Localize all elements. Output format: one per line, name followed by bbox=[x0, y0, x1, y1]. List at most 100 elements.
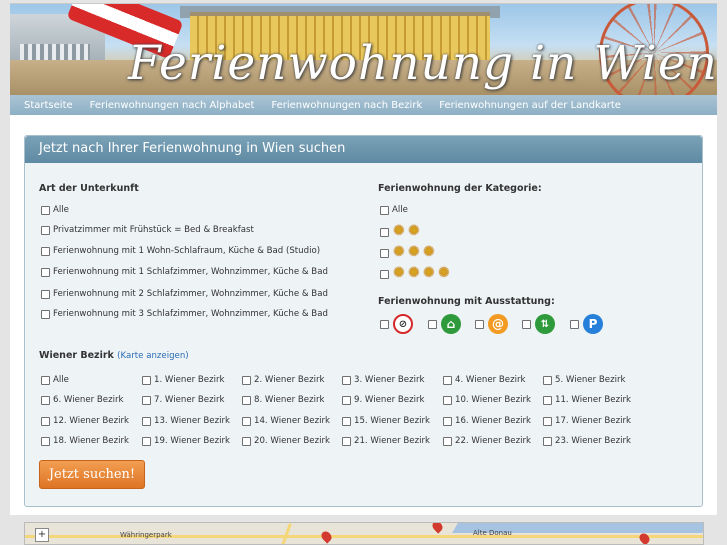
sun-star-icon bbox=[393, 223, 407, 239]
checkbox[interactable] bbox=[380, 205, 389, 215]
checkbox[interactable] bbox=[342, 436, 351, 446]
checkbox[interactable] bbox=[142, 375, 151, 385]
checkbox[interactable] bbox=[142, 416, 151, 426]
checkbox[interactable] bbox=[342, 416, 351, 426]
checkbox[interactable] bbox=[41, 246, 50, 256]
amenity-no-smoking[interactable]: ⊘ bbox=[380, 314, 413, 334]
checkbox[interactable] bbox=[342, 375, 351, 385]
district-option[interactable]: 10. Wiener Bezirk bbox=[443, 395, 531, 405]
district-option[interactable]: 14. Wiener Bezirk bbox=[242, 416, 330, 426]
district-heading: Wiener Bezirk (Karte anzeigen) bbox=[39, 350, 189, 361]
category-option-2-stars[interactable] bbox=[380, 223, 422, 239]
checkbox[interactable] bbox=[41, 289, 50, 299]
district-option[interactable]: 21. Wiener Bezirk bbox=[342, 436, 430, 446]
checkbox[interactable] bbox=[443, 436, 452, 446]
search-submit-button[interactable]: Jetzt suchen! bbox=[39, 460, 145, 489]
district-option[interactable]: 16. Wiener Bezirk bbox=[443, 416, 531, 426]
checkbox[interactable] bbox=[41, 225, 50, 235]
checkbox[interactable] bbox=[443, 375, 452, 385]
checkbox[interactable] bbox=[41, 436, 50, 446]
amenity-elevator[interactable]: ⇅ bbox=[522, 314, 555, 334]
district-option[interactable]: 13. Wiener Bezirk bbox=[142, 416, 230, 426]
district-option[interactable]: 5. Wiener Bezirk bbox=[543, 375, 626, 385]
checkbox[interactable] bbox=[41, 416, 50, 426]
nav-link-alphabet[interactable]: Ferienwohnungen nach Alphabet bbox=[90, 100, 255, 111]
map-pin-icon[interactable] bbox=[319, 529, 334, 544]
checkbox[interactable] bbox=[380, 269, 389, 279]
accommodation-option[interactable]: Privatzimmer mit Frühstück = Bed & Break… bbox=[41, 225, 254, 235]
checkbox[interactable] bbox=[380, 227, 389, 237]
map-pin-icon[interactable] bbox=[430, 523, 445, 534]
search-panel-header: Jetzt nach Ihrer Ferienwohnung in Wien s… bbox=[25, 136, 702, 163]
checkbox[interactable] bbox=[142, 436, 151, 446]
show-map-link[interactable]: (Karte anzeigen) bbox=[117, 351, 188, 361]
elevator-icon: ⇅ bbox=[535, 314, 555, 334]
district-option[interactable]: 19. Wiener Bezirk bbox=[142, 436, 230, 446]
map-preview[interactable]: + Währingerpark Alte Donau bbox=[24, 522, 704, 545]
checkbox[interactable] bbox=[41, 375, 50, 385]
district-option[interactable]: 4. Wiener Bezirk bbox=[443, 375, 526, 385]
district-option[interactable]: 1. Wiener Bezirk bbox=[142, 375, 225, 385]
district-option[interactable]: 2. Wiener Bezirk bbox=[242, 375, 325, 385]
checkbox[interactable] bbox=[475, 319, 484, 329]
district-option[interactable]: 18. Wiener Bezirk bbox=[41, 436, 129, 446]
accommodation-option[interactable]: Ferienwohnung mit 2 Schlafzimmer, Wohnzi… bbox=[41, 289, 328, 299]
checkbox[interactable] bbox=[242, 436, 251, 446]
checkbox[interactable] bbox=[41, 267, 50, 277]
category-heading: Ferienwohnung der Kategorie: bbox=[378, 183, 542, 194]
checkbox[interactable] bbox=[543, 436, 552, 446]
district-option[interactable]: 8. Wiener Bezirk bbox=[242, 395, 325, 405]
district-option[interactable]: 20. Wiener Bezirk bbox=[242, 436, 330, 446]
district-option[interactable]: 6. Wiener Bezirk bbox=[41, 395, 124, 405]
district-option[interactable]: 15. Wiener Bezirk bbox=[342, 416, 430, 426]
checkbox[interactable] bbox=[41, 309, 50, 319]
checkbox[interactable] bbox=[242, 375, 251, 385]
checkbox[interactable] bbox=[543, 395, 552, 405]
amenity-house[interactable]: ⌂ bbox=[428, 314, 461, 334]
district-option[interactable]: 3. Wiener Bezirk bbox=[342, 375, 425, 385]
checkbox[interactable] bbox=[342, 395, 351, 405]
nav-link-landkarte[interactable]: Ferienwohnungen auf der Landkarte bbox=[439, 100, 621, 111]
checkbox[interactable] bbox=[41, 205, 50, 215]
sun-star-icon bbox=[438, 265, 452, 281]
category-option-all[interactable]: Alle bbox=[380, 205, 408, 215]
checkbox[interactable] bbox=[443, 395, 452, 405]
checkbox[interactable] bbox=[443, 416, 452, 426]
accommodation-option[interactable]: Ferienwohnung mit 3 Schlafzimmer, Wohnzi… bbox=[41, 309, 328, 319]
checkbox[interactable] bbox=[543, 416, 552, 426]
checkbox[interactable] bbox=[41, 395, 50, 405]
nav-link-startseite[interactable]: Startseite bbox=[24, 100, 73, 111]
district-option[interactable]: 17. Wiener Bezirk bbox=[543, 416, 631, 426]
checkbox[interactable] bbox=[522, 319, 531, 329]
checkbox[interactable] bbox=[242, 395, 251, 405]
map-pin-icon[interactable] bbox=[637, 531, 652, 544]
map-zoom-in-button[interactable]: + bbox=[35, 528, 49, 542]
district-option[interactable]: Alle bbox=[41, 375, 69, 385]
district-option[interactable]: 12. Wiener Bezirk bbox=[41, 416, 129, 426]
district-option[interactable]: 9. Wiener Bezirk bbox=[342, 395, 425, 405]
accommodation-option[interactable]: Ferienwohnung mit 1 Wohn-Schlafraum, Küc… bbox=[41, 246, 320, 256]
district-option[interactable]: 11. Wiener Bezirk bbox=[543, 395, 631, 405]
header-banner: Ferienwohnung in Wien bbox=[10, 3, 717, 96]
sun-star-icon bbox=[423, 244, 437, 260]
sun-star-icon bbox=[423, 265, 437, 281]
category-option-4-stars[interactable] bbox=[380, 265, 452, 281]
checkbox[interactable] bbox=[242, 416, 251, 426]
checkbox[interactable] bbox=[142, 395, 151, 405]
checkbox[interactable] bbox=[380, 248, 389, 258]
checkbox[interactable] bbox=[543, 375, 552, 385]
district-option[interactable]: 22. Wiener Bezirk bbox=[443, 436, 531, 446]
checkbox[interactable] bbox=[570, 319, 579, 329]
checkbox[interactable] bbox=[380, 319, 389, 329]
accommodation-option[interactable]: Ferienwohnung mit 1 Schlafzimmer, Wohnzi… bbox=[41, 267, 328, 277]
checkbox[interactable] bbox=[428, 319, 437, 329]
district-option[interactable]: 7. Wiener Bezirk bbox=[142, 395, 225, 405]
accommodation-option[interactable]: Alle bbox=[41, 205, 69, 215]
search-panel-title: Jetzt nach Ihrer Ferienwohnung in Wien s… bbox=[39, 141, 346, 156]
map-label: Alte Donau bbox=[473, 529, 512, 537]
amenity-internet[interactable]: @ bbox=[475, 314, 508, 334]
district-option[interactable]: 23. Wiener Bezirk bbox=[543, 436, 631, 446]
amenity-parking[interactable]: P bbox=[570, 314, 603, 334]
category-option-3-stars[interactable] bbox=[380, 244, 437, 260]
nav-link-bezirk[interactable]: Ferienwohnungen nach Bezirk bbox=[271, 100, 422, 111]
